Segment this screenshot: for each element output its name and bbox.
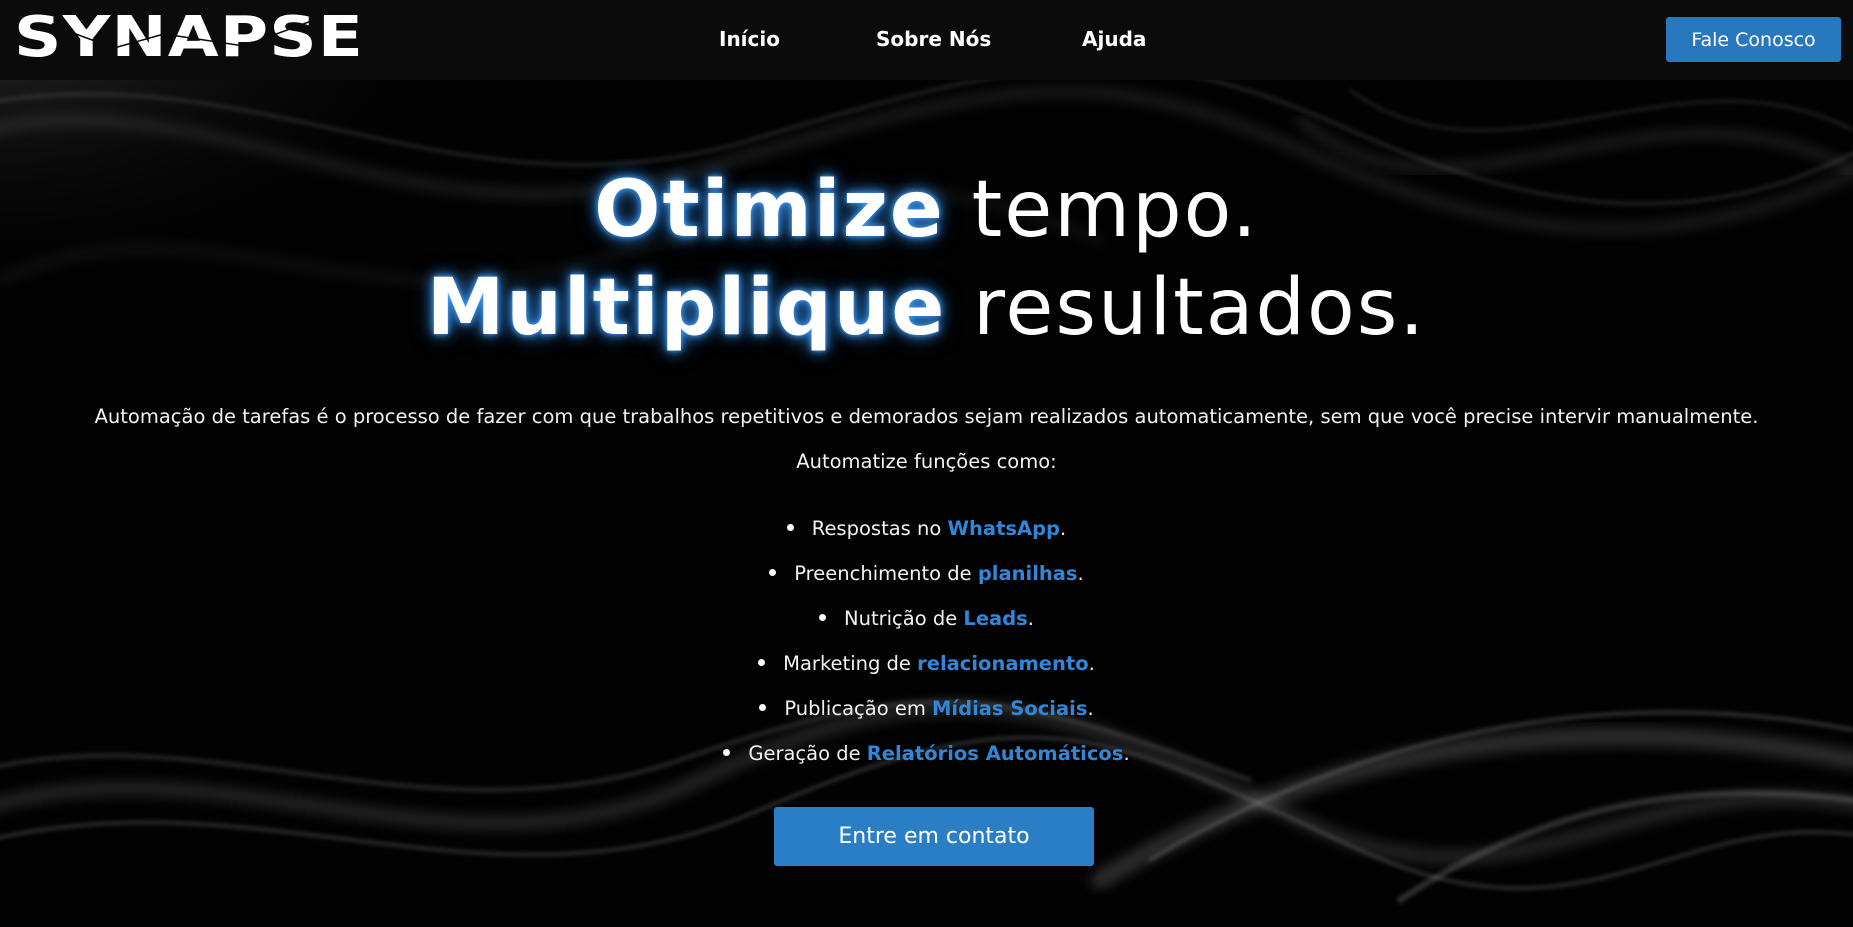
bullet-icon <box>786 524 794 531</box>
intro-paragraph: Automação de tarefas é o processo de faz… <box>94 405 1759 428</box>
features-subheading: Automatize funções como: <box>796 450 1057 473</box>
headline-line-2: Multiplique resultados. <box>0 263 1853 353</box>
feature-list-item: Respostas no WhatsApp. <box>0 510 1853 555</box>
bullet-icon <box>723 749 731 756</box>
headline-rest-resultados: resultados. <box>946 263 1427 353</box>
feature-list-item: Nutrição de Leads. <box>0 600 1853 645</box>
bullet-icon <box>759 704 767 711</box>
fale-conosco-button[interactable]: Fale Conosco <box>1666 17 1841 62</box>
feature-list-item: Preenchimento de planilhas. <box>0 555 1853 600</box>
bullet-icon <box>758 659 766 666</box>
headline-highlight-otimize: Otimize <box>594 165 945 255</box>
feature-list: Respostas no WhatsApp. Preenchimento de … <box>0 510 1853 780</box>
top-navigation-bar: SYNAPSE Início Sobre Nós Ajuda Fale Cono… <box>0 0 1853 80</box>
feature-list-item: Marketing de relacionamento. <box>0 645 1853 690</box>
feature-list-item: Publicação em Mídias Sociais. <box>0 690 1853 735</box>
nav-link-ajuda[interactable]: Ajuda <box>1082 27 1146 51</box>
headline-highlight-multiplique: Multiplique <box>426 263 947 353</box>
nav-link-sobre-nos[interactable]: Sobre Nós <box>876 27 991 51</box>
svg-text:SYNAPSE: SYNAPSE <box>14 6 364 66</box>
landing-page: SYNAPSE Início Sobre Nós Ajuda Fale Cono… <box>0 0 1853 927</box>
bullet-icon <box>819 614 826 621</box>
headline-line-1: Otimize tempo. <box>0 165 1853 255</box>
nav-link-inicio[interactable]: Início <box>719 27 780 51</box>
synapse-logo[interactable]: SYNAPSE <box>14 6 366 66</box>
feature-list-item: Geração de Relatórios Automáticos. <box>0 735 1853 780</box>
entre-em-contato-button[interactable]: Entre em contato <box>774 807 1094 866</box>
bullet-icon <box>769 569 777 576</box>
headline-rest-tempo: tempo. <box>944 165 1259 255</box>
